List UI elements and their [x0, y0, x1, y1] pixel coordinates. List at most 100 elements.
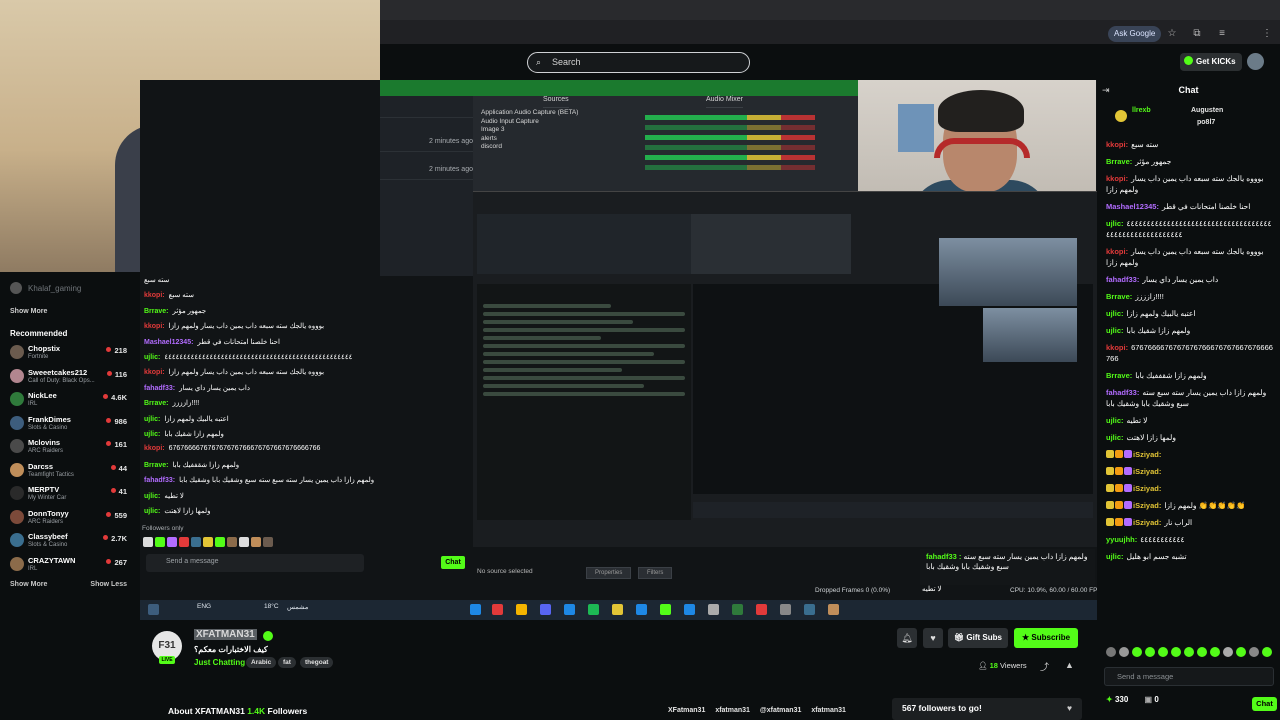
show-less-button[interactable]: Show Less [90, 581, 127, 588]
chat-username[interactable]: iSziyad: [1133, 518, 1161, 527]
tag-fat[interactable]: fat [278, 657, 296, 668]
chat-username[interactable]: Brrave: [1106, 371, 1132, 380]
star-icon[interactable]: ☆ [1165, 27, 1179, 41]
properties-button[interactable]: Properties [586, 567, 632, 579]
category-link[interactable]: Just Chatting [194, 658, 245, 667]
viewer-count: 44 [111, 464, 127, 473]
chat-message: Brrave: ولمهم زازا شقففيك بابا [1106, 370, 1274, 381]
gifter-name[interactable]: Augusten [1191, 107, 1223, 114]
source-item[interactable]: Image 3 [481, 126, 611, 135]
chat-username[interactable]: kkopi: [1106, 174, 1128, 183]
sidebar-channel-classybeef[interactable]: Classybeef Slots & Casino 2.7K [0, 530, 140, 554]
tag-thegoat[interactable]: thegoat [300, 657, 334, 668]
overlay-chat-line: ujlic: اعتبه يالبيك ولمهم زازا [144, 415, 229, 423]
show-more-followed[interactable]: Show More [0, 294, 140, 315]
obs-message-input[interactable]: Send a message [146, 554, 364, 572]
chat-username[interactable]: ujlic: [1106, 433, 1124, 442]
overlay-chat-line: ujlic: ولمها زازا لاهتت [144, 508, 211, 515]
gift-subs-button[interactable]: 🎁︎ Gift Subs [948, 628, 1008, 648]
chat-username[interactable]: iSziyad: [1133, 484, 1161, 493]
sidebar-channel-darcss[interactable]: Darcss Teamfight Tactics 44 [0, 460, 140, 484]
verified-icon [263, 631, 273, 641]
sidebar-channel-donntonyy[interactable]: DonnTonyy ARC Raiders 559 [0, 507, 140, 531]
filters-button[interactable]: Filters [638, 567, 673, 579]
sidebar-channel-sweeetcakes212[interactable]: Sweeetcakes212 Call of Duty: Black Ops...… [0, 366, 140, 390]
kick-coin-icon [1184, 56, 1193, 65]
bell-icon[interactable]: 🔔︎ [897, 628, 917, 648]
chat-message: kkopi: بوووه يالجك سته سبعه داب يمين داب … [1106, 246, 1274, 268]
chat-title: Chat [1178, 85, 1199, 95]
more-icon[interactable]: ⋮ [1260, 27, 1274, 41]
chat-username[interactable]: ujlic: [1106, 326, 1124, 335]
sub-badge-icon [1115, 467, 1123, 475]
chat-text: ٤٤٤٤٤٤٤٤٤٤٤٤٤٤٤٤٤٤٤٤٤٤٤٤٤٤٤٤٤٤٤٤٤٤٤٤٤٤٤٤… [1106, 219, 1272, 239]
folder-icon [612, 604, 623, 615]
chat-username[interactable]: ujlic: [1106, 309, 1124, 318]
chat-input[interactable]: Send a message [1104, 667, 1274, 686]
gifter-name[interactable]: po8l7 [1197, 119, 1215, 126]
chat-username[interactable]: Brrave: [1106, 157, 1132, 166]
social-tiktok[interactable]: xfatman31 [811, 707, 846, 714]
menu-icon[interactable]: ≡ [1215, 27, 1229, 41]
report-icon[interactable]: ▲ [1065, 660, 1074, 670]
channel-name[interactable]: XFATMAN31 [194, 629, 257, 640]
sidebar-channel-nicklee[interactable]: NickLee IRL 4.6K [0, 389, 140, 413]
chat-text: ولمها زازا لاهتت [1126, 433, 1176, 442]
sub-badge-icon [1115, 450, 1123, 458]
windows-start-icon [148, 604, 159, 615]
share-icon[interactable]: ⤴ [1040, 660, 1049, 673]
followed-channel[interactable]: Khalaf_gaming [0, 272, 140, 294]
social-links: XFatman31 xfatman31 @xfatman31 xfatman31 [668, 707, 854, 714]
chat-text: بوووه يالجك سته سبعه داب يمين داب يسار و… [1106, 174, 1264, 194]
source-item[interactable]: discord [481, 143, 611, 152]
source-item[interactable]: alerts [481, 135, 611, 144]
chat-username[interactable]: iSziyad: [1133, 450, 1161, 459]
chat-text: ولمهم زازا شقيك بابا [1126, 326, 1191, 335]
chat-username[interactable]: iSziyad: [1133, 467, 1161, 476]
sidebar-channel-mclovins[interactable]: Mclovins ARC Raiders 161 [0, 436, 140, 460]
sidebar-channel-chopstix[interactable]: Chopstix Fortnite 218 [0, 342, 140, 366]
avatar [10, 439, 24, 453]
overlay-chat-line: ujlic: لا تطيه [144, 492, 184, 500]
avatar [10, 486, 24, 500]
heart-icon[interactable]: ♥ [923, 628, 943, 648]
chat-username[interactable]: fahadf33: [1106, 388, 1139, 397]
show-more-button[interactable]: Show More [10, 581, 47, 588]
social-instagram[interactable]: xfatman31 [715, 707, 750, 714]
chat-username[interactable]: kkopi: [1106, 247, 1128, 256]
chat-username[interactable]: ujlic: [1106, 219, 1124, 228]
get-kicks-button[interactable]: Get KICKs [1180, 53, 1242, 71]
source-item[interactable]: Audio Input Capture [481, 118, 611, 127]
chat-username[interactable]: yyuujhh: [1106, 535, 1137, 544]
chat-username[interactable]: kkopi: [1106, 140, 1128, 149]
viewer-count: 41 [111, 487, 127, 496]
chat-username[interactable]: iSziyad: [1133, 501, 1161, 510]
sidebar-channel-merptv[interactable]: MERPTV My Winter Car 41 [0, 483, 140, 507]
tag-arabic[interactable]: Arabic [246, 657, 277, 668]
source-item[interactable]: Application Audio Capture (BETA) [481, 109, 611, 118]
sidebar-channel-crazytawn[interactable]: CRAZYTAWN IRL 267 [0, 554, 140, 578]
sidebar-channel-frankdimes[interactable]: FrankDimes Slots & Casino 986 [0, 413, 140, 437]
subscribe-button[interactable]: ★ Subscribe [1014, 628, 1079, 648]
chat-text: 6767666676767676766676767667676666766 [1106, 343, 1273, 363]
gifter-name[interactable]: llrexb [1132, 107, 1151, 114]
crown-badge-icon [1106, 518, 1114, 526]
recommended-title: Recommended [10, 329, 68, 338]
social-threads[interactable]: @xfatman31 [760, 707, 801, 714]
sub-badge-icon [1115, 501, 1123, 509]
social-x[interactable]: XFatman31 [668, 707, 705, 714]
chat-username[interactable]: Brrave: [1106, 292, 1132, 301]
coin-icon [1115, 110, 1127, 122]
chat-username[interactable]: fahadf33: [1106, 275, 1139, 284]
extensions-icon[interactable]: ⧉ [1190, 27, 1204, 41]
obs-chat-button[interactable]: Chat [441, 556, 465, 569]
chat-username[interactable]: Mashael12345: [1106, 202, 1159, 211]
chat-send-button[interactable]: Chat [1252, 697, 1277, 711]
ask-google-button[interactable]: Ask Google [1108, 26, 1162, 42]
chat-username[interactable]: ujlic: [1106, 416, 1124, 425]
chat-username[interactable]: kkopi: [1106, 343, 1128, 352]
chat-username[interactable]: ujlic: [1106, 552, 1124, 561]
user-avatar[interactable] [1247, 53, 1264, 70]
chat-text: سته سبع [1131, 140, 1159, 149]
search-input[interactable]: ⌕ Search [527, 52, 750, 73]
